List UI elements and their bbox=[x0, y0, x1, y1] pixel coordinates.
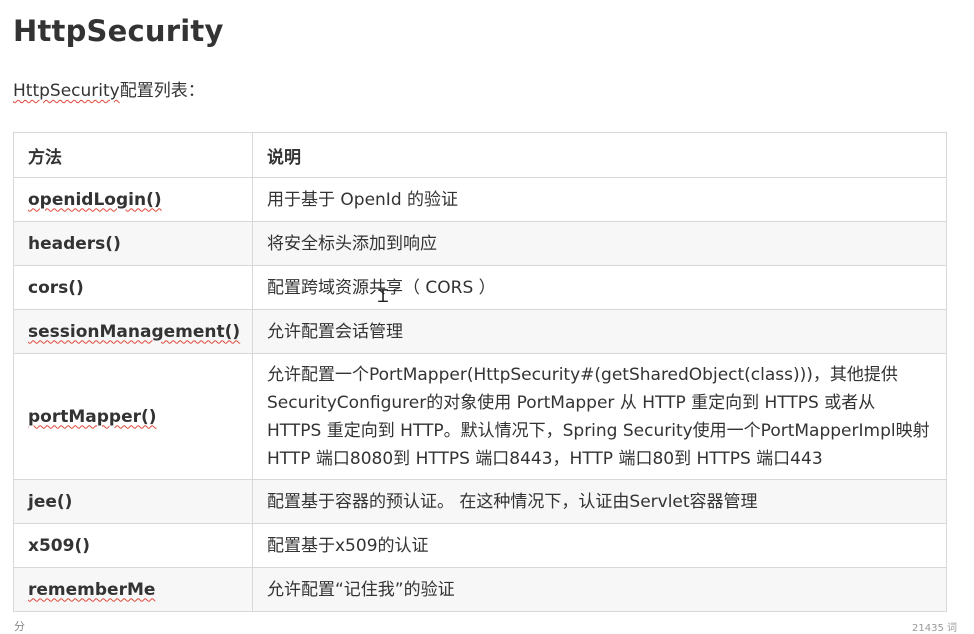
method-cell: portMapper() bbox=[13, 353, 253, 480]
word-count: 21435 词 bbox=[912, 623, 957, 634]
method-cell: headers() bbox=[13, 221, 253, 266]
table-row: x509() 配置基于x509的认证 bbox=[13, 523, 947, 568]
column-header-description: 说明 bbox=[252, 132, 947, 178]
intro-text: HttpSecurity配置列表： bbox=[13, 76, 205, 101]
table-row: rememberMe 允许配置“记住我”的验证 bbox=[13, 567, 947, 612]
method-name: portMapper() bbox=[28, 406, 157, 427]
column-header-method: 方法 bbox=[13, 132, 253, 178]
method-cell: x509() bbox=[13, 523, 253, 568]
method-cell: jee() bbox=[13, 479, 253, 524]
method-cell: rememberMe bbox=[13, 567, 253, 612]
table-row: portMapper() 允许配置一个PortMapper(HttpSecuri… bbox=[13, 353, 947, 480]
method-name: rememberMe bbox=[28, 579, 156, 600]
description-cell: 将安全标头添加到响应 bbox=[252, 221, 947, 266]
method-cell: openidLogin() bbox=[13, 177, 253, 222]
table-row: jee() 配置基于容器的预认证。 在这种情况下，认证由Servlet容器管理 bbox=[13, 479, 947, 524]
description-cell: 配置跨域资源共享（ CORS ） bbox=[252, 265, 947, 310]
method-name: openidLogin() bbox=[28, 189, 162, 210]
method-name: sessionManagement() bbox=[28, 321, 241, 342]
description-cell: 用于基于 OpenId 的验证 bbox=[252, 177, 947, 222]
footer-left-text: 分 bbox=[14, 620, 25, 633]
description-cell: 配置基于x509的认证 bbox=[252, 523, 947, 568]
table-row: headers() 将安全标头添加到响应 bbox=[13, 221, 947, 266]
table-row: sessionManagement() 允许配置会话管理 bbox=[13, 309, 947, 354]
intro-keyword: HttpSecurity bbox=[13, 81, 120, 101]
table-row: openidLogin() 用于基于 OpenId 的验证 bbox=[13, 177, 947, 222]
text-cursor-icon: Ɪ bbox=[378, 286, 389, 307]
description-cell: 允许配置一个PortMapper(HttpSecurity#(getShared… bbox=[252, 353, 947, 480]
table-row: cors() 配置跨域资源共享（ CORS ） bbox=[13, 265, 947, 310]
description-cell: 允许配置会话管理 bbox=[252, 309, 947, 354]
intro-suffix: 配置列表： bbox=[119, 81, 205, 101]
description-cell: 允许配置“记住我”的验证 bbox=[252, 567, 947, 612]
page-title: HttpSecurity bbox=[13, 14, 224, 48]
description-cell: 配置基于容器的预认证。 在这种情况下，认证由Servlet容器管理 bbox=[252, 479, 947, 524]
method-cell: cors() bbox=[13, 265, 253, 310]
method-cell: sessionManagement() bbox=[13, 309, 253, 354]
table-header-row: 方法 说明 bbox=[13, 132, 947, 178]
httpsecurity-config-table: 方法 说明 openidLogin() 用于基于 OpenId 的验证 head… bbox=[13, 132, 947, 612]
